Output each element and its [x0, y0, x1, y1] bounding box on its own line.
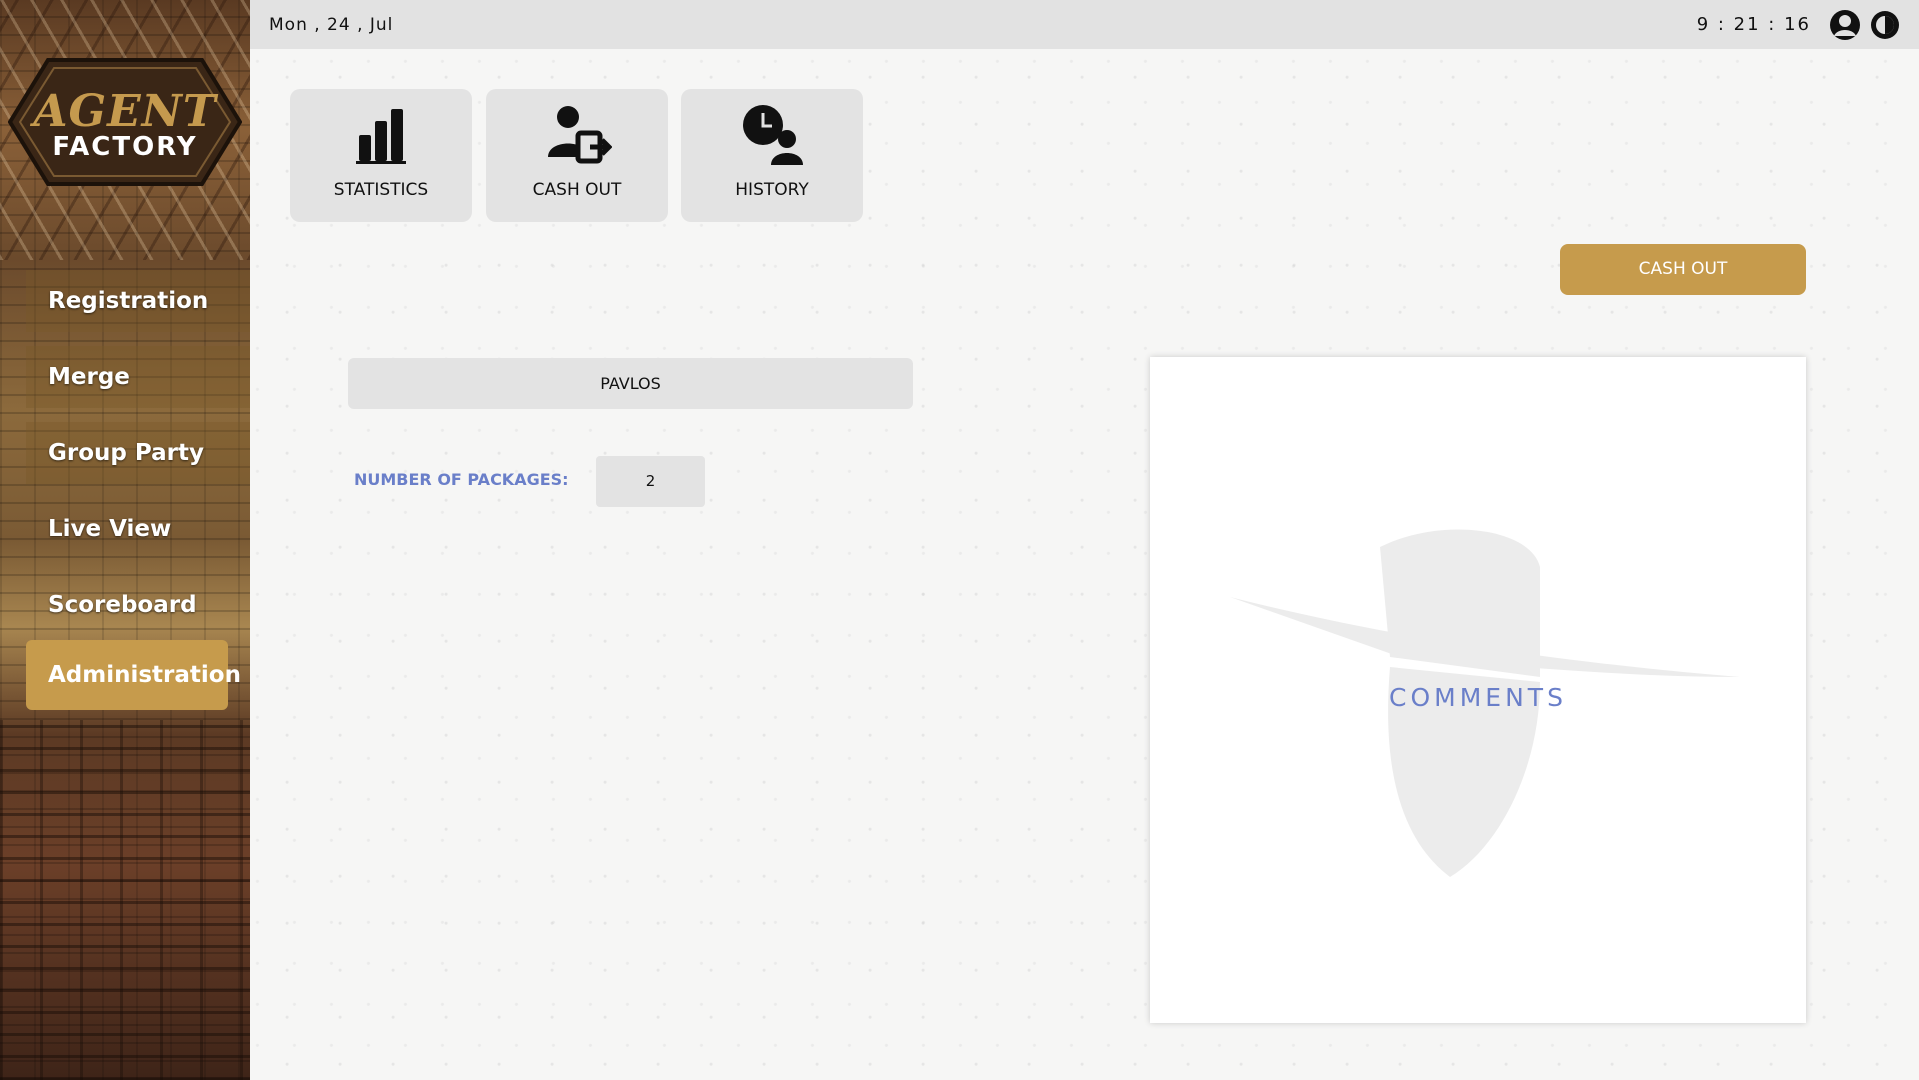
user-exit-icon [548, 106, 612, 164]
sidebar-item-live-view[interactable]: Live View [26, 498, 250, 560]
user-icon[interactable] [1829, 9, 1861, 41]
packages-label: NUMBER OF PACKAGES: [354, 470, 569, 489]
logo-text-agent: AGENT [33, 86, 217, 137]
agent-name-field[interactable]: PAVLOS [348, 358, 913, 409]
date-display: Mon , 24 , Jul [269, 14, 394, 35]
cash-out-button[interactable]: CASH OUT [1560, 244, 1806, 295]
statistics-tile[interactable]: STATISTICS [290, 89, 472, 222]
cash-out-tile-label: CASH OUT [532, 180, 622, 200]
sidebar-item-group-party[interactable]: Group Party [26, 422, 250, 484]
cash-out-tile[interactable]: CASH OUT [486, 89, 668, 222]
agent-hat-watermark-icon [1230, 529, 1740, 877]
sidebar-item-scoreboard[interactable]: Scoreboard [26, 574, 250, 636]
bar-chart-icon [356, 109, 406, 164]
sidebar-item-registration[interactable]: Registration [26, 270, 250, 332]
logo-text-factory: FACTORY [52, 132, 198, 162]
sidebar-item-merge[interactable]: Merge [26, 346, 250, 408]
main-content: STATISTICS CASH OUT HISTORY CASH OUT PAV… [250, 49, 1919, 1080]
contrast-icon[interactable] [1870, 10, 1900, 40]
sidebar: AGENT FACTORY Registration Merge Group P… [0, 0, 250, 1080]
history-tile[interactable]: HISTORY [681, 89, 863, 222]
history-tile-label: HISTORY [735, 180, 809, 200]
clock-user-icon [743, 105, 803, 165]
comments-box[interactable]: COMMENTS [1150, 357, 1806, 1023]
statistics-tile-label: STATISTICS [333, 180, 429, 200]
sidebar-nav: Registration Merge Group Party Live View… [26, 270, 250, 724]
comments-label: COMMENTS [1389, 683, 1567, 712]
agent-factory-logo[interactable]: AGENT FACTORY [7, 56, 243, 188]
top-bar: Mon , 24 , Jul 9 : 21 : 16 [250, 0, 1919, 49]
clock-display: 9 : 21 : 16 [1696, 14, 1811, 35]
sidebar-item-administration[interactable]: Administration [26, 640, 241, 710]
packages-input[interactable]: 2 [596, 456, 705, 507]
